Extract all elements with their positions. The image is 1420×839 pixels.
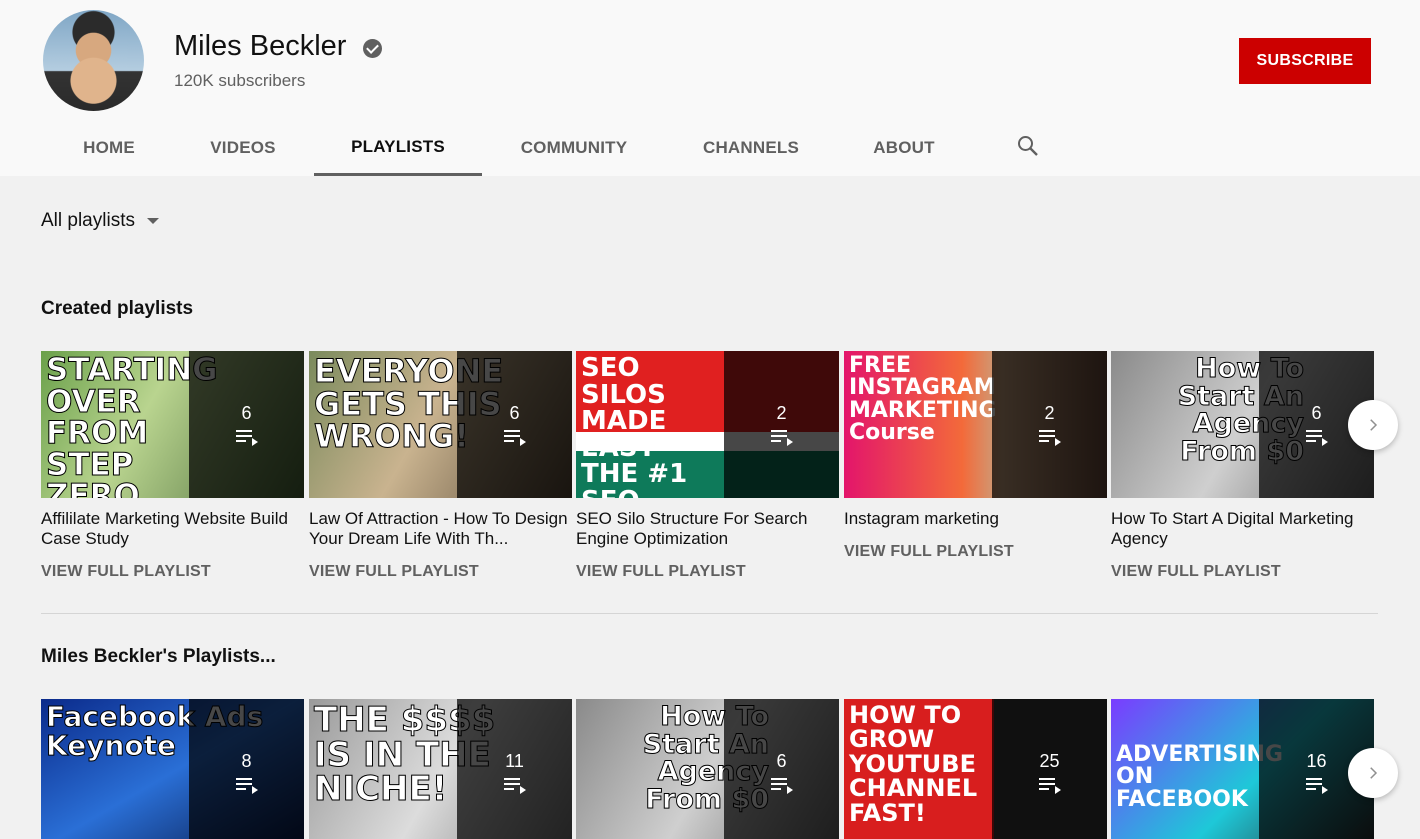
video-count: 6 xyxy=(776,751,787,771)
playlist-thumbnail[interactable]: How To Start An Agency From $0 6 xyxy=(576,699,839,839)
tab-videos[interactable]: VIDEOS xyxy=(196,120,290,176)
playlist-card: STARTING OVER FROM STEP ZERO 6 Affililat… xyxy=(41,351,304,581)
playlist-icon xyxy=(503,778,526,794)
playlist-overlay: 25 xyxy=(992,699,1107,839)
video-count: 25 xyxy=(1039,751,1060,771)
playlist-thumbnail[interactable]: SEO SILOS MADE EASY THE #1 SEO TECHNIQUE… xyxy=(576,351,839,498)
filter-label: All playlists xyxy=(41,210,135,231)
search-icon[interactable] xyxy=(1016,134,1040,158)
playlist-card: FREE INSTAGRAM MARKETING Course 2 Instag… xyxy=(844,351,1107,561)
video-count: 6 xyxy=(1311,403,1322,423)
playlist-title[interactable]: Affililate Marketing Website Build Case … xyxy=(41,509,304,549)
chevron-right-icon xyxy=(1370,767,1378,779)
caret-down-icon xyxy=(146,218,159,224)
tab-playlists[interactable]: PLAYLISTS xyxy=(314,120,482,176)
playlist-thumbnail[interactable]: THE $$$$ IS IN THE NICHE! 11 xyxy=(309,699,572,839)
playlist-overlay: 2 xyxy=(992,351,1107,498)
video-count: 6 xyxy=(241,403,252,423)
subscribe-button[interactable]: SUBSCRIBE xyxy=(1239,38,1371,84)
playlist-thumbnail[interactable]: How To Start An Agency From $0 6 xyxy=(1111,351,1374,498)
playlist-title[interactable]: SEO Silo Structure For Search Engine Opt… xyxy=(576,509,839,549)
section-divider xyxy=(41,613,1378,614)
playlist-thumbnail[interactable]: STARTING OVER FROM STEP ZERO 6 xyxy=(41,351,304,498)
tab-about[interactable]: ABOUT xyxy=(860,120,948,176)
view-full-playlist-link[interactable]: VIEW FULL PLAYLIST xyxy=(1111,563,1374,581)
thumbnail-art: ADVERTISING ON FACEBOOK xyxy=(1116,742,1283,812)
channel-header: Miles Beckler 120K subscribers SUBSCRIBE… xyxy=(0,0,1420,176)
playlist-card: How To Start An Agency From $0 6 xyxy=(576,699,839,839)
playlist-card: EVERYONE GETS THIS WRONG! 6 Law Of Attra… xyxy=(309,351,572,581)
channel-name[interactable]: Miles Beckler xyxy=(174,30,346,63)
playlist-icon xyxy=(235,430,258,446)
playlist-card: SEO SILOS MADE EASY THE #1 SEO TECHNIQUE… xyxy=(576,351,839,581)
view-full-playlist-link[interactable]: VIEW FULL PLAYLIST xyxy=(844,543,1107,561)
verified-badge-icon xyxy=(363,39,382,58)
playlist-filter-dropdown[interactable]: All playlists xyxy=(41,210,159,232)
playlist-icon xyxy=(770,778,793,794)
playlist-icon xyxy=(1305,778,1328,794)
thumbnail-art: FREE INSTAGRAM MARKETING Course xyxy=(849,353,997,446)
video-count: 2 xyxy=(776,403,787,423)
playlist-icon xyxy=(1038,430,1061,446)
playlist-overlay: 6 xyxy=(724,699,839,839)
playlist-card: How To Start An Agency From $0 6 How To … xyxy=(1111,351,1374,581)
playlist-overlay: 2 xyxy=(724,351,839,498)
playlist-overlay: 6 xyxy=(457,351,572,498)
section-title-created: Created playlists xyxy=(41,298,194,319)
thumbnail-art: SEO SILOS MADE EASY THE #1 SEO TECHNIQUE xyxy=(581,353,688,498)
playlist-thumbnail[interactable]: FREE INSTAGRAM MARKETING Course 2 xyxy=(844,351,1107,498)
view-full-playlist-link[interactable]: VIEW FULL PLAYLIST xyxy=(309,563,572,581)
playlist-title[interactable]: Instagram marketing xyxy=(844,509,1107,529)
thumbnail-art: HOW TO GROW YOUTUBE CHANNEL FAST! xyxy=(849,701,978,827)
playlist-card: ADVERTISING ON FACEBOOK 16 xyxy=(1111,699,1374,839)
channel-avatar[interactable] xyxy=(43,10,144,111)
tab-home[interactable]: HOME xyxy=(68,120,150,176)
playlist-title[interactable]: Law Of Attraction - How To Design Your D… xyxy=(309,509,572,549)
playlist-thumbnail[interactable]: HOW TO GROW YOUTUBE CHANNEL FAST! 25 xyxy=(844,699,1107,839)
playlist-thumbnail[interactable]: EVERYONE GETS THIS WRONG! 6 xyxy=(309,351,572,498)
tab-community[interactable]: COMMUNITY xyxy=(506,120,642,176)
playlist-card: Facebook Ads Keynote 8 xyxy=(41,699,304,839)
video-count: 16 xyxy=(1306,751,1327,771)
next-arrow-button[interactable] xyxy=(1348,400,1398,450)
playlist-thumbnail[interactable]: ADVERTISING ON FACEBOOK 16 xyxy=(1111,699,1374,839)
playlist-card: THE $$$$ IS IN THE NICHE! 11 xyxy=(309,699,572,839)
playlist-icon xyxy=(235,778,258,794)
chevron-right-icon xyxy=(1370,419,1378,431)
video-count: 2 xyxy=(1044,403,1055,423)
playlist-overlay: 8 xyxy=(189,699,304,839)
playlist-card: HOW TO GROW YOUTUBE CHANNEL FAST! 25 xyxy=(844,699,1107,839)
subscriber-count: 120K subscribers xyxy=(174,71,306,90)
playlist-overlay: 6 xyxy=(189,351,304,498)
section-title-miles-playlists: Miles Beckler's Playlists... xyxy=(41,646,276,667)
playlist-icon xyxy=(770,430,793,446)
next-arrow-button[interactable] xyxy=(1348,748,1398,798)
playlist-icon xyxy=(1038,778,1061,794)
playlist-overlay: 11 xyxy=(457,699,572,839)
video-count: 11 xyxy=(505,751,524,771)
video-count: 8 xyxy=(241,751,252,771)
view-full-playlist-link[interactable]: VIEW FULL PLAYLIST xyxy=(41,563,304,581)
video-count: 6 xyxy=(509,403,520,423)
playlist-thumbnail[interactable]: Facebook Ads Keynote 8 xyxy=(41,699,304,839)
playlist-title[interactable]: How To Start A Digital Marketing Agency xyxy=(1111,509,1374,549)
playlist-icon xyxy=(503,430,526,446)
playlist-icon xyxy=(1305,430,1328,446)
view-full-playlist-link[interactable]: VIEW FULL PLAYLIST xyxy=(576,563,839,581)
tab-channels[interactable]: CHANNELS xyxy=(688,120,814,176)
